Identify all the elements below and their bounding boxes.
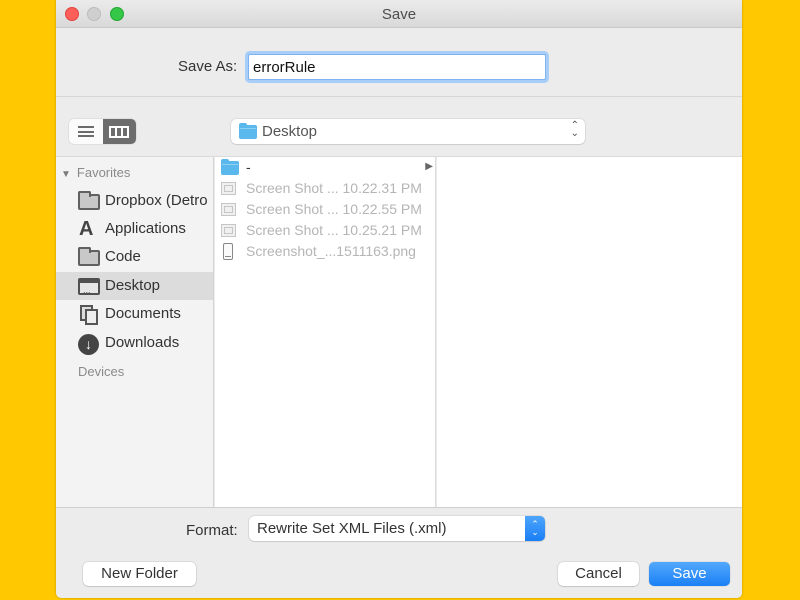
sidebar-item-downloads[interactable]: ↓ Downloads xyxy=(56,329,213,357)
sidebar-section-favorites[interactable]: ▼ Favorites xyxy=(61,165,130,180)
cancel-button[interactable]: Cancel xyxy=(558,562,639,586)
sidebar: ▼ Favorites Dropbox (Detro A Applications… xyxy=(56,157,214,507)
file-row-folder[interactable]: - ▶ xyxy=(215,157,436,178)
screenshot-icon xyxy=(221,203,236,216)
divider xyxy=(56,96,742,97)
title-bar[interactable]: Save xyxy=(56,0,742,28)
sidebar-item-desktop[interactable]: Desktop xyxy=(56,272,213,300)
phone-image-icon xyxy=(223,243,233,260)
folder-icon xyxy=(78,247,100,266)
sidebar-item-documents[interactable]: Documents xyxy=(56,300,213,328)
sidebar-item-label: Applications xyxy=(105,220,186,237)
disclosure-arrow-icon: ▶ xyxy=(425,161,433,172)
new-folder-button[interactable]: New Folder xyxy=(83,562,196,586)
location-label: Desktop xyxy=(262,123,318,140)
file-name: Screenshot_...1511163.png xyxy=(246,243,416,259)
save-as-label: Save As: xyxy=(178,58,238,75)
file-name: Screen Shot ... 10.22.55 PM xyxy=(246,201,422,217)
folder-icon xyxy=(78,191,100,210)
desktop-icon xyxy=(78,277,100,295)
file-row: Screen Shot ... 10.22.31 PM xyxy=(215,178,436,199)
section-label: Devices xyxy=(78,364,125,379)
sidebar-item-label: Dropbox (Detro xyxy=(105,192,208,209)
save-button[interactable]: Save xyxy=(649,562,730,586)
format-label: Format: xyxy=(186,522,238,539)
list-view-button[interactable] xyxy=(69,119,103,144)
empty-column xyxy=(437,157,742,507)
file-name: Screen Shot ... 10.25.21 PM xyxy=(246,222,422,238)
file-name: - xyxy=(246,159,251,175)
chevron-updown-icon: ⌃ ⌄ xyxy=(525,516,545,541)
file-column: - ▶ Screen Shot ... 10.22.31 PM Screen S… xyxy=(215,157,436,507)
view-mode-toggle xyxy=(69,119,136,144)
window-title: Save xyxy=(381,6,417,23)
file-row: Screen Shot ... 10.22.55 PM xyxy=(215,199,436,220)
screenshot-icon xyxy=(221,182,236,195)
folder-icon xyxy=(239,123,257,139)
sidebar-item-applications[interactable]: A Applications xyxy=(56,215,213,243)
save-as-input[interactable] xyxy=(248,54,546,80)
columns-icon xyxy=(109,125,130,138)
format-select[interactable]: Rewrite Set XML Files (.xml) ⌃ ⌄ xyxy=(249,516,545,541)
format-value: Rewrite Set XML Files (.xml) xyxy=(257,520,447,537)
file-name: Screen Shot ... 10.22.31 PM xyxy=(246,180,422,196)
column-view-button[interactable] xyxy=(102,119,136,144)
sidebar-section-devices[interactable]: Devices xyxy=(78,364,124,379)
sidebar-item-label: Downloads xyxy=(105,334,180,351)
section-label: Favorites xyxy=(76,165,131,180)
list-icon xyxy=(77,126,94,137)
save-as-row: Save As: xyxy=(56,52,742,82)
sidebar-item-label: Documents xyxy=(105,305,181,322)
screenshot-icon xyxy=(221,224,236,237)
folder-icon xyxy=(221,159,239,175)
chevron-updown-icon: ⌃ ⌄ xyxy=(570,120,579,139)
file-row: Screen Shot ... 10.25.21 PM xyxy=(215,220,436,241)
sidebar-item-label: Desktop xyxy=(105,277,161,294)
sidebar-item-dropbox[interactable]: Dropbox (Detro xyxy=(56,187,213,215)
save-dialog: Save Save As: Desktop ⌃⌄ ▼ Favorites Drop… xyxy=(56,0,742,598)
downloads-icon: ↓ xyxy=(78,334,100,355)
location-popup[interactable]: Desktop ⌃ ⌄ xyxy=(231,119,585,144)
documents-icon xyxy=(78,305,100,325)
file-row: Screenshot_...1511163.png xyxy=(215,241,436,262)
applications-icon: A xyxy=(79,218,94,240)
sidebar-item-label: Code xyxy=(105,248,141,265)
disclosure-triangle-icon: ▼ xyxy=(61,169,71,180)
sidebar-item-code[interactable]: Code xyxy=(56,243,213,271)
file-browser: ▼ Favorites Dropbox (Detro A Applications… xyxy=(56,156,742,508)
